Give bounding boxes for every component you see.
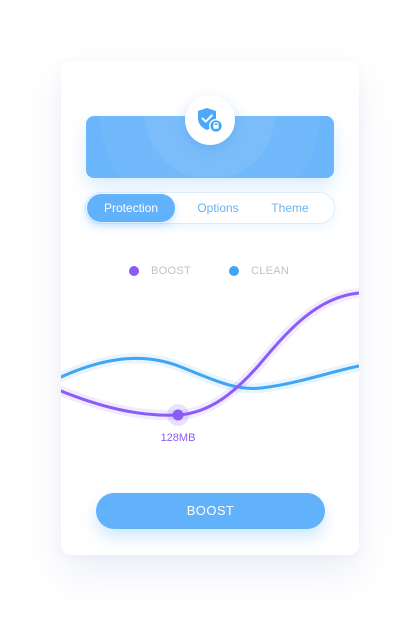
marker-value-label: 128MB bbox=[160, 432, 196, 444]
marker-point[interactable] bbox=[172, 409, 184, 421]
boost-line bbox=[61, 291, 359, 417]
usage-chart bbox=[61, 288, 359, 426]
boost-button[interactable]: BOOST bbox=[96, 493, 325, 529]
app-card: Protection Options Theme BOOST CLEAN 128… bbox=[61, 61, 359, 555]
